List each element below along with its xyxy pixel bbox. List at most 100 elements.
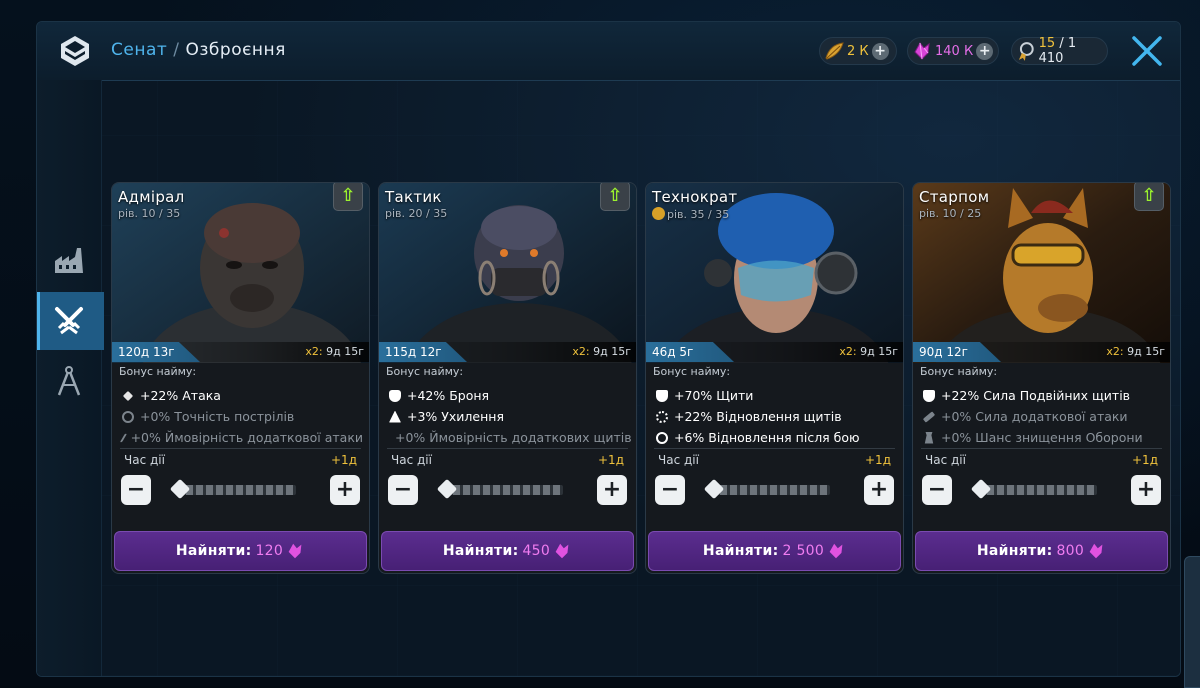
duration-label: Час дії: [124, 453, 165, 467]
remaining-time: 120д 13г: [112, 342, 200, 362]
factory-icon: [55, 248, 83, 273]
extra-attack-icon: [119, 433, 127, 442]
hire-button[interactable]: Найняти: 2 500: [648, 531, 901, 571]
bonus-title: Бонус найму:: [920, 365, 998, 378]
senate-logo-icon: [61, 36, 89, 66]
duration-add: +1д: [1132, 453, 1158, 467]
close-icon[interactable]: [1129, 33, 1165, 69]
bonus-item: +3% Ухилення: [389, 406, 630, 427]
divider: [387, 448, 628, 449]
hire-button[interactable]: Найняти: 120: [114, 531, 367, 571]
sidebar-item-factory[interactable]: [37, 232, 101, 290]
bonus-item: +0% Точність пострілів: [122, 406, 363, 427]
duration-slider[interactable]: [436, 478, 563, 500]
gold-feather-icon: [825, 42, 844, 60]
accuracy-icon: [122, 410, 134, 423]
breadcrumb: Сенат / Озброєння: [111, 40, 286, 60]
add-crystals-button[interactable]: +: [976, 42, 994, 60]
upgrade-arrow-icon[interactable]: ⇧: [600, 183, 630, 211]
bonus-list: +42% Броня +3% Ухилення +0% Ймовірність …: [389, 385, 632, 448]
window-header: Сенат / Озброєння 2 К + 140 К + 15 / 1 410: [37, 22, 1180, 81]
bonus-item: +0% Ймовірність додаткової атаки: [119, 427, 363, 448]
timer-bar: 120д 13г x2: 9д 15г: [112, 342, 369, 362]
bonus-item: +22% Атака: [122, 385, 363, 406]
duration-label: Час дії: [925, 453, 966, 467]
sidebar-item-weapons[interactable]: [37, 292, 104, 350]
crystal-icon: [555, 543, 569, 559]
x2-timer: x2: 9д 15г: [572, 345, 631, 358]
bonus-item: +6% Відновлення після бою: [656, 427, 897, 448]
officer-card-technocrat: Технократ рів. 35 / 35 46д 5г x2: 9д 15г…: [645, 182, 904, 574]
crystal-resource: 140 К +: [907, 37, 999, 65]
officer-level: рів. 10 / 35: [118, 207, 181, 220]
increase-duration-button[interactable]: +: [1131, 475, 1161, 505]
slider-knob[interactable]: [703, 478, 725, 500]
shield-icon: [656, 389, 668, 402]
upgrade-arrow-icon[interactable]: ⇧: [333, 183, 363, 211]
crystal-icon: [829, 543, 843, 559]
officer-card-first-mate: Старпом рів. 10 / 25 ⇧ 90д 12г x2: 9д 15…: [912, 182, 1171, 574]
divider: [120, 448, 361, 449]
x2-timer: x2: 9д 15г: [305, 345, 364, 358]
hire-price: 120: [255, 543, 284, 559]
breadcrumb-senate-link[interactable]: Сенат: [111, 40, 167, 60]
crystal-amount: 140 К: [935, 43, 974, 59]
increase-duration-button[interactable]: +: [864, 475, 894, 505]
remaining-time: 46д 5г: [646, 342, 734, 362]
hire-price: 450: [522, 543, 551, 559]
sidebar-item-blueprints[interactable]: [37, 352, 101, 410]
timer-bar: 90д 12г x2: 9д 15г: [913, 342, 1170, 362]
bonus-item: +22% Сила Подвійних щитів: [923, 385, 1164, 406]
repair-icon: [656, 431, 668, 444]
upgrade-arrow-icon[interactable]: ⇧: [1134, 183, 1164, 211]
compass-icon: [57, 366, 81, 396]
slider-knob[interactable]: [169, 478, 191, 500]
medal-resource: 15 / 1 410: [1011, 36, 1108, 66]
hire-price: 2 500: [782, 543, 825, 559]
recycle-icon: [656, 410, 668, 423]
crossed-swords-icon: [55, 307, 83, 335]
add-gold-button[interactable]: +: [871, 42, 889, 60]
bonus-list: +22% Атака +0% Точність пострілів +0% Йм…: [119, 385, 363, 448]
side-panel-tab[interactable]: [1184, 556, 1200, 688]
increase-duration-button[interactable]: +: [597, 475, 627, 505]
remaining-time: 115д 12г: [379, 342, 467, 362]
timer-bar: 46д 5г x2: 9д 15г: [646, 342, 903, 362]
decrease-duration-button[interactable]: −: [121, 475, 151, 505]
armor-icon: [389, 389, 401, 402]
sidebar: [37, 80, 104, 676]
officer-level: рів. 35 / 35: [652, 207, 729, 221]
x2-timer: x2: 9д 15г: [1106, 345, 1165, 358]
slider-knob[interactable]: [436, 478, 458, 500]
max-level-badge-icon: [652, 207, 665, 220]
bonus-title: Бонус найму:: [119, 365, 197, 378]
hire-button[interactable]: Найняти: 800: [915, 531, 1168, 571]
bonus-list: +70% Щити +22% Відновлення щитів +6% Від…: [656, 385, 897, 448]
hire-button[interactable]: Найняти: 450: [381, 531, 634, 571]
slider-knob[interactable]: [970, 478, 992, 500]
duration-slider[interactable]: [169, 478, 296, 500]
bonus-list: +22% Сила Подвійних щитів +0% Сила додат…: [922, 385, 1164, 448]
page-title: Озброєння: [185, 40, 286, 60]
bonus-title: Бонус найму:: [386, 365, 464, 378]
defense-tower-icon: [924, 431, 934, 444]
bonus-item: +22% Відновлення щитів: [656, 406, 897, 427]
increase-duration-button[interactable]: +: [330, 475, 360, 505]
officer-level: рів. 20 / 35: [385, 207, 448, 220]
duration-slider[interactable]: [703, 478, 830, 500]
attack-icon: [122, 390, 134, 401]
officer-name: Старпом: [919, 188, 990, 206]
crystal-icon: [288, 543, 302, 559]
decrease-duration-button[interactable]: −: [655, 475, 685, 505]
duration-slider[interactable]: [970, 478, 1097, 500]
breadcrumb-separator: /: [173, 40, 180, 60]
decrease-duration-button[interactable]: −: [922, 475, 952, 505]
officer-card-tactician: Тактик рів. 20 / 35 ⇧ 115д 12г x2: 9д 15…: [378, 182, 637, 574]
bonus-item: +42% Броня: [389, 385, 630, 406]
divider: [654, 448, 895, 449]
officer-name: Тактик: [385, 188, 442, 206]
officer-name: Адмірал: [118, 188, 185, 206]
decrease-duration-button[interactable]: −: [388, 475, 418, 505]
bonus-item: +70% Щити: [656, 385, 897, 406]
medal-icon: [1018, 42, 1034, 61]
